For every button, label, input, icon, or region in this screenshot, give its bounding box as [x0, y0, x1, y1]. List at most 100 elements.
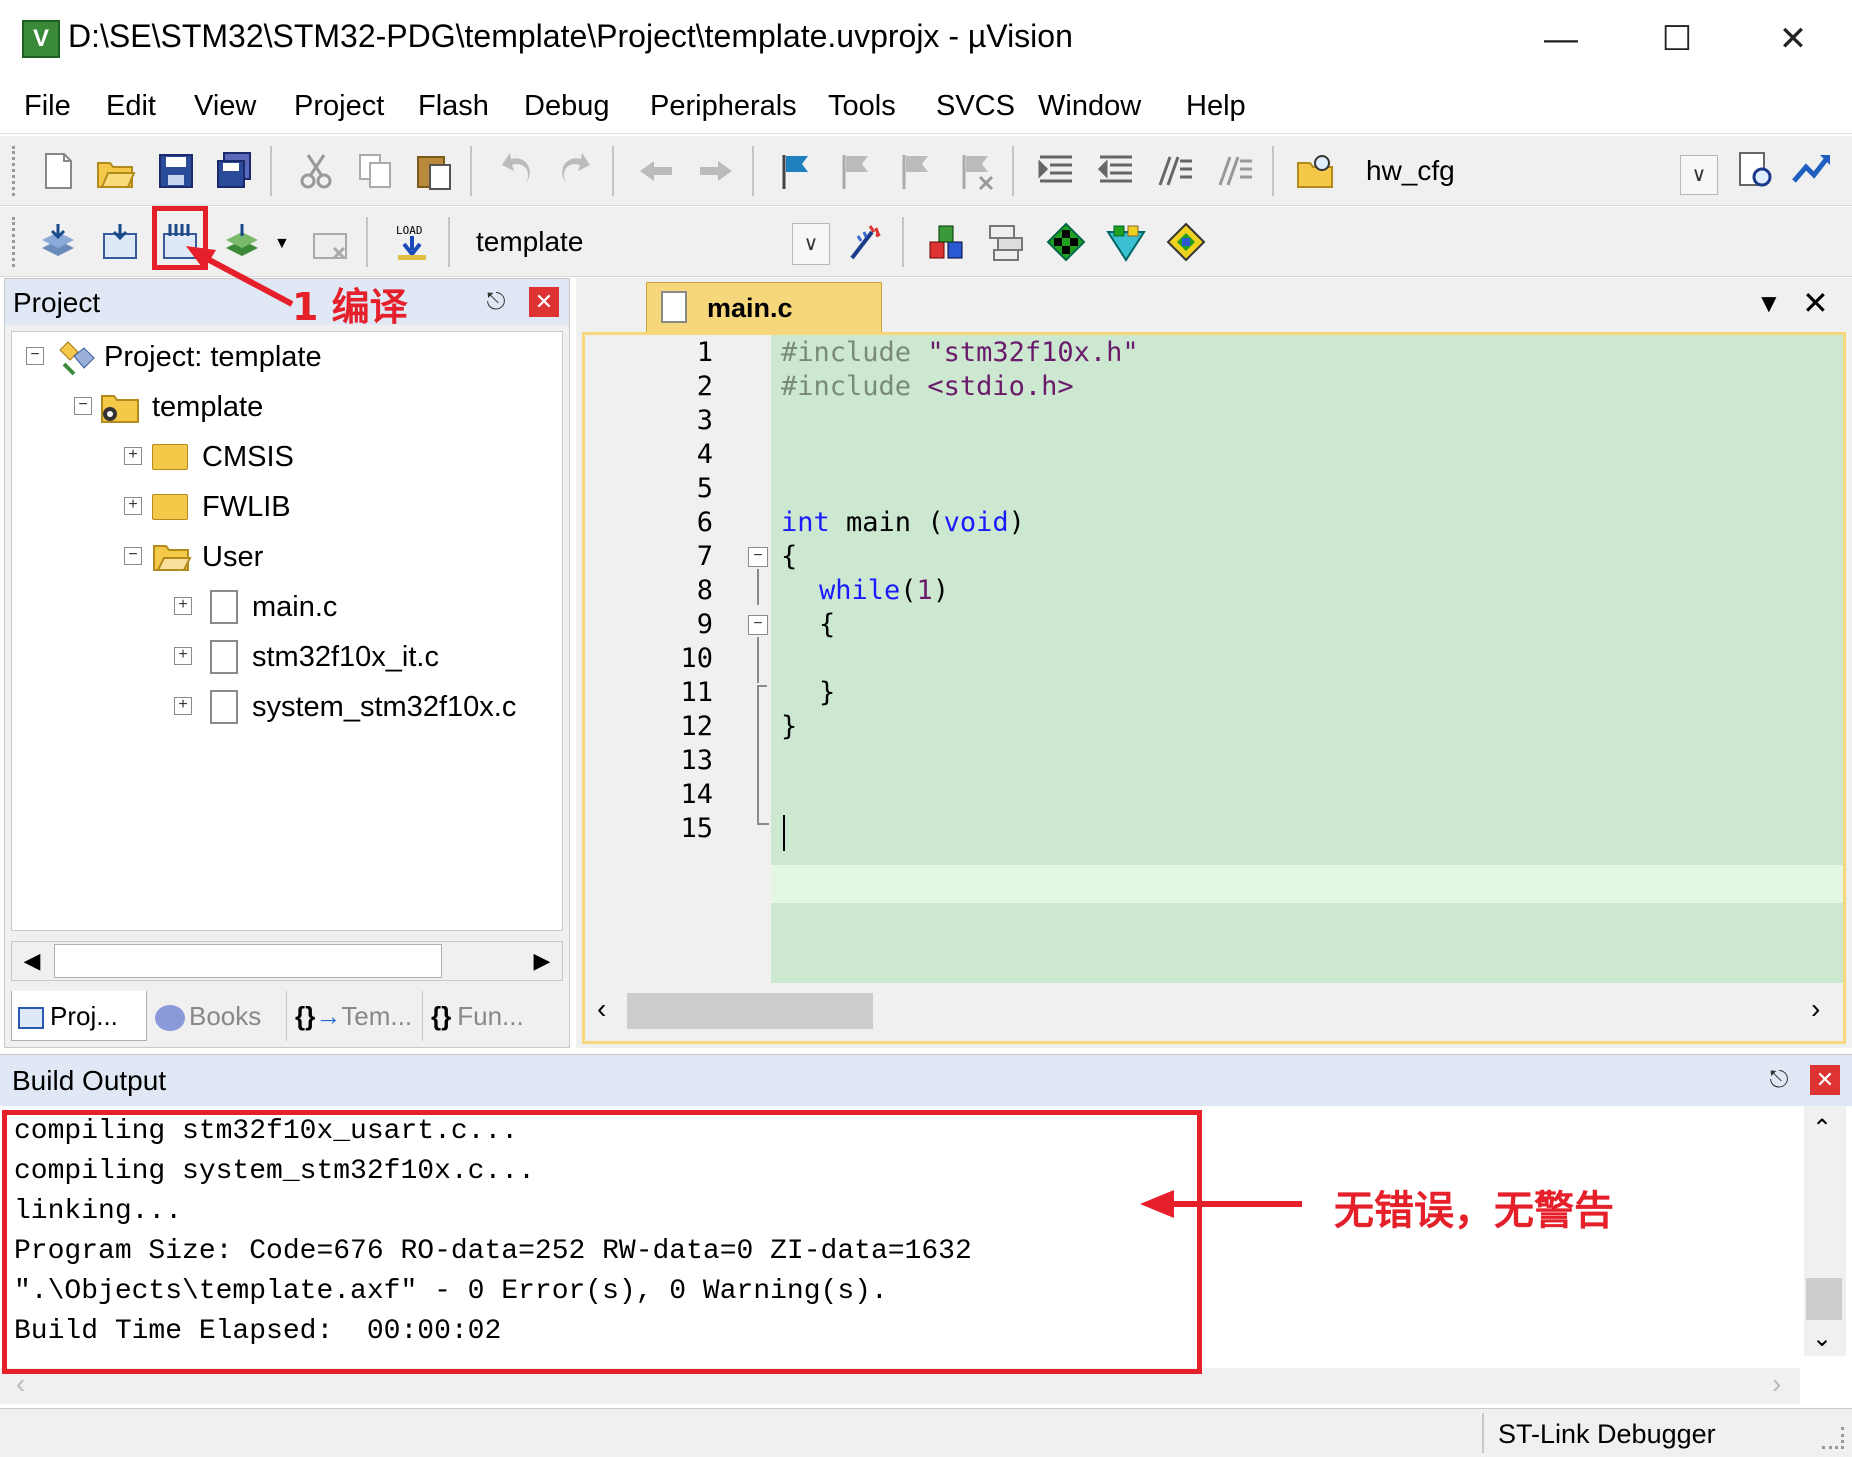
- scroll-down-arrow-icon[interactable]: ⌄: [1812, 1324, 1832, 1353]
- comment-icon[interactable]: [1156, 151, 1196, 191]
- options-for-target-icon[interactable]: [846, 222, 886, 262]
- redo-icon[interactable]: [556, 151, 596, 191]
- menu-peripherals[interactable]: Peripherals: [650, 90, 797, 123]
- navigate-back-icon[interactable]: [636, 151, 676, 191]
- tree-item-file-main-c[interactable]: + main.c: [12, 584, 562, 632]
- next-bookmark-icon[interactable]: [896, 151, 936, 191]
- find-combo-dropdown-button[interactable]: ∨: [1680, 155, 1718, 195]
- project-tree-hscrollbar[interactable]: ◀ ▶: [11, 941, 563, 981]
- tree-item-file-system-stm32f10x-c[interactable]: + system_stm32f10x.c: [12, 684, 562, 732]
- prev-bookmark-icon[interactable]: [836, 151, 876, 191]
- expand-icon[interactable]: +: [124, 497, 142, 515]
- scroll-thumb[interactable]: [54, 944, 442, 978]
- select-packs-icon[interactable]: [986, 222, 1026, 262]
- copy-icon[interactable]: [356, 151, 396, 191]
- menu-window[interactable]: Window: [1038, 90, 1141, 123]
- uncomment-icon[interactable]: [1216, 151, 1256, 191]
- tab-project[interactable]: Proj...: [11, 991, 147, 1041]
- scroll-up-arrow-icon[interactable]: ⌃: [1812, 1114, 1832, 1143]
- clear-bookmarks-icon[interactable]: [956, 151, 996, 191]
- fold-line: [757, 823, 769, 825]
- pin-icon[interactable]: ⎋: [481, 287, 511, 317]
- debug-session-icon[interactable]: [1792, 151, 1832, 191]
- navigate-forward-icon[interactable]: [696, 151, 736, 191]
- editor-hscrollbar[interactable]: ‹ ›: [585, 983, 1843, 1041]
- close-button[interactable]: ✕: [1738, 10, 1848, 68]
- translate-file-icon[interactable]: [38, 222, 78, 262]
- paste-icon[interactable]: [414, 151, 454, 191]
- build-icon[interactable]: [100, 222, 140, 262]
- project-panel-close-button[interactable]: ✕: [529, 287, 559, 317]
- fold-collapse-icon[interactable]: −: [748, 547, 768, 567]
- line-number: 14: [680, 779, 713, 810]
- collapse-icon[interactable]: −: [124, 547, 142, 565]
- menu-tools[interactable]: Tools: [828, 90, 896, 123]
- undo-icon[interactable]: [496, 151, 536, 191]
- scroll-right-arrow-icon[interactable]: ▶: [524, 943, 560, 979]
- new-file-icon[interactable]: [38, 151, 78, 191]
- editor-tabs-dropdown-icon[interactable]: ▼: [1756, 288, 1782, 319]
- pack-installer-icon[interactable]: [1106, 222, 1146, 262]
- find-in-files-icon[interactable]: [1296, 151, 1336, 191]
- tree-item-folder-fwlib[interactable]: + FWLIB: [12, 484, 562, 532]
- indent-icon[interactable]: [1036, 151, 1076, 191]
- collapse-icon[interactable]: −: [74, 397, 92, 415]
- editor-tab-main-c[interactable]: main.c: [646, 282, 882, 332]
- scroll-left-arrow-icon[interactable]: ◀: [14, 943, 50, 979]
- menu-edit[interactable]: Edit: [106, 90, 156, 123]
- pin-icon[interactable]: ⎋: [1764, 1065, 1794, 1095]
- tree-item-project[interactable]: − Project: template: [12, 334, 562, 382]
- find-combo[interactable]: hw_cfg: [1352, 149, 1728, 193]
- open-folder-icon[interactable]: [96, 151, 136, 191]
- toolbar-separator: [270, 146, 272, 196]
- minimize-button[interactable]: —: [1506, 10, 1616, 68]
- bookmark-icon[interactable]: [776, 151, 816, 191]
- toolbar-grip[interactable]: [12, 217, 18, 267]
- maximize-button[interactable]: ☐: [1622, 10, 1732, 68]
- software-packs-icon[interactable]: [1166, 222, 1206, 262]
- tab-templates[interactable]: {}→Tem...: [289, 991, 423, 1041]
- tree-item-target-template[interactable]: − template: [12, 384, 562, 432]
- download-load-icon[interactable]: LOAD: [392, 222, 432, 262]
- incremental-find-icon[interactable]: [1736, 151, 1776, 191]
- menu-help[interactable]: Help: [1186, 90, 1246, 123]
- scroll-right-arrow-icon[interactable]: ›: [1811, 993, 1820, 1025]
- collapse-icon[interactable]: −: [26, 347, 44, 365]
- manage-project-items-icon[interactable]: [926, 222, 966, 262]
- menu-svcs[interactable]: SVCS: [936, 90, 1015, 123]
- target-select[interactable]: template: [462, 220, 828, 264]
- manage-run-time-environment-icon[interactable]: [1046, 222, 1086, 262]
- expand-icon[interactable]: +: [174, 697, 192, 715]
- tree-item-file-stm32f10x-it-c[interactable]: + stm32f10x_it.c: [12, 634, 562, 682]
- scroll-thumb[interactable]: [627, 993, 873, 1029]
- menu-file[interactable]: File: [24, 90, 71, 123]
- menu-project[interactable]: Project: [294, 90, 384, 123]
- cut-icon[interactable]: [296, 151, 336, 191]
- fold-collapse-icon[interactable]: −: [748, 615, 768, 635]
- stop-build-icon[interactable]: [310, 222, 350, 262]
- menu-debug[interactable]: Debug: [524, 90, 609, 123]
- scroll-right-arrow-icon[interactable]: ›: [1772, 1368, 1781, 1400]
- build-output-vscrollbar[interactable]: ⌃ ⌄: [1804, 1106, 1846, 1356]
- tree-item-folder-user[interactable]: − User: [12, 534, 562, 582]
- toolbar-grip[interactable]: [12, 146, 18, 196]
- save-icon[interactable]: [156, 151, 196, 191]
- resize-grip-icon[interactable]: [1822, 1427, 1844, 1449]
- tab-books[interactable]: Books: [149, 991, 287, 1041]
- save-all-icon[interactable]: [214, 151, 254, 191]
- menu-flash[interactable]: Flash: [418, 90, 489, 123]
- tree-item-folder-cmsis[interactable]: + CMSIS: [12, 434, 562, 482]
- build-output-close-button[interactable]: ✕: [1810, 1065, 1840, 1095]
- toolbar-separator: [1272, 146, 1274, 196]
- scroll-left-arrow-icon[interactable]: ‹: [597, 993, 606, 1025]
- expand-icon[interactable]: +: [174, 597, 192, 615]
- editor-close-icon[interactable]: ✕: [1802, 284, 1829, 322]
- tab-functions[interactable]: {} Fun...: [425, 991, 561, 1041]
- scroll-thumb[interactable]: [1806, 1278, 1842, 1320]
- target-select-dropdown-button[interactable]: ∨: [792, 223, 830, 265]
- menu-view[interactable]: View: [194, 90, 256, 123]
- expand-icon[interactable]: +: [174, 647, 192, 665]
- code-editor[interactable]: 1 2 3 4 5 6 7 8 9 10 11 12 13 14 15 − − …: [582, 332, 1846, 1044]
- unindent-icon[interactable]: [1096, 151, 1136, 191]
- expand-icon[interactable]: +: [124, 447, 142, 465]
